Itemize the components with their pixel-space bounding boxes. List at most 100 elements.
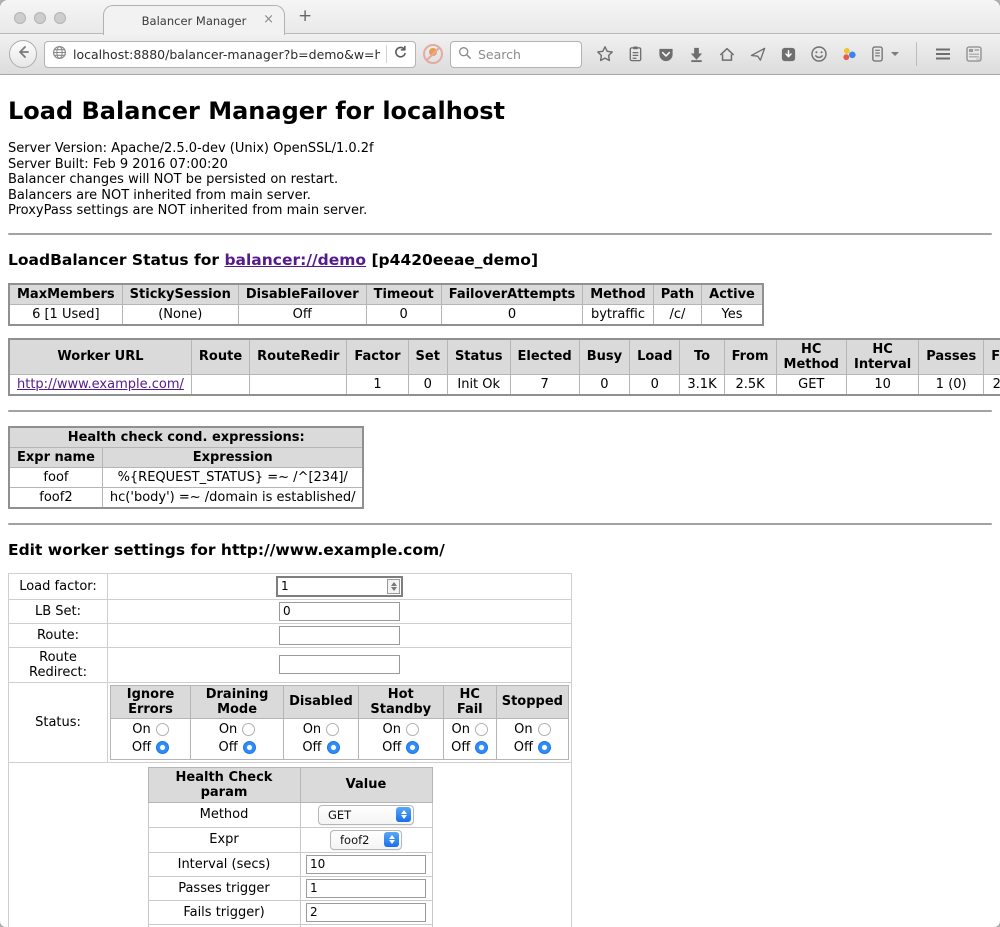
worker-cell-busy: 0	[579, 374, 629, 395]
radio-stopped-off[interactable]	[538, 741, 551, 754]
window-zoom-button[interactable]	[54, 12, 66, 24]
radio-ignore-errors-on[interactable]	[156, 723, 169, 736]
table-header-row: Worker URL Route RouteRedir Factor Set S…	[9, 339, 1000, 375]
toolbar-buttons	[596, 42, 983, 66]
save-page-extension-icon[interactable]	[780, 46, 797, 63]
route-input[interactable]	[279, 626, 400, 645]
radio-hc-fail-on[interactable]	[475, 723, 488, 736]
header-cell: Active	[702, 284, 763, 305]
pocket-icon[interactable]	[657, 46, 675, 63]
radio-stopped-on[interactable]	[538, 723, 551, 736]
header-cell: FailoverAttempts	[441, 284, 583, 305]
lb-set-input[interactable]	[279, 602, 400, 621]
server-built-line: Server Built: Feb 9 2016 07:00:20	[8, 157, 992, 173]
grid-panel-icon[interactable]	[965, 45, 983, 63]
header-cell: RouteRedir	[250, 339, 347, 375]
back-button[interactable]	[9, 40, 37, 68]
worker-cell-factor: 1	[347, 374, 408, 395]
radio-draining-mode-on[interactable]	[242, 723, 255, 736]
tab-close-icon[interactable]: ×	[263, 12, 274, 28]
downloads-icon[interactable]	[688, 46, 705, 63]
route-redirect-input[interactable]	[279, 655, 400, 674]
table-row: 6 [1 Used] (None) Off 0 0 bytraffic /c/ …	[9, 304, 763, 325]
route-redirect-label: Route Redirect:	[9, 647, 108, 682]
header-cell: Value	[300, 767, 432, 802]
health-check-params-table: Health Check param Value Method GET	[148, 767, 433, 927]
send-tab-icon[interactable]	[749, 46, 767, 63]
chat-smiley-icon[interactable]	[810, 45, 828, 63]
back-arrow-icon	[15, 44, 31, 64]
hc-fails-input[interactable]	[306, 903, 426, 922]
edit-worker-heading: Edit worker settings for http://www.exam…	[8, 541, 992, 559]
new-tab-button[interactable]: +	[298, 6, 312, 26]
worker-cell-hc-method: GET	[776, 374, 846, 395]
cell-path: /c/	[653, 304, 701, 325]
header-cell: Factor	[347, 339, 408, 375]
radio-hot-standby-on[interactable]	[406, 723, 419, 736]
hc-interval-input[interactable]	[306, 855, 426, 874]
header-cell: Expression	[102, 447, 363, 467]
header-cell: HC Interval	[846, 339, 918, 375]
reading-list-icon[interactable]	[627, 45, 644, 63]
content-blocker-icon[interactable]	[423, 44, 443, 64]
worker-cell-to: 3.1K	[680, 374, 724, 395]
status-col-hot-standby: Hot Standby	[358, 685, 443, 718]
radio-hot-standby-off[interactable]	[406, 741, 419, 754]
number-stepper-icon[interactable]	[387, 579, 400, 594]
hc-fails-label: Fails trigger)	[148, 900, 300, 924]
load-factor-input[interactable]: 1	[276, 576, 403, 597]
cell-stickysession: (None)	[122, 304, 238, 325]
worker-url-link[interactable]: http://www.example.com/	[17, 377, 184, 392]
expr-value-cell: hc('body') =~ /domain is established/	[102, 487, 363, 508]
header-cell: Elected	[510, 339, 579, 375]
form-row-status: Status: Ignore Errors Draining Mode Disa…	[9, 682, 572, 762]
header-cell: Expr name	[9, 447, 102, 467]
worker-cell-load: 0	[630, 374, 680, 395]
url-bar[interactable]: localhost:8880/balancer-manager?b=demo&w…	[44, 41, 416, 68]
lb-set-label: LB Set:	[9, 599, 108, 623]
menu-hamburger-icon[interactable]	[934, 46, 952, 62]
colored-dots-extension-icon[interactable]	[841, 46, 858, 63]
radio-disabled-off[interactable]	[327, 741, 340, 754]
search-bar[interactable]: Search	[450, 41, 582, 68]
home-icon[interactable]	[718, 46, 736, 63]
tab-balancer-manager[interactable]: Balancer Manager ×	[103, 5, 285, 35]
toolbar-separator	[916, 42, 917, 66]
window-close-button[interactable]	[14, 12, 26, 24]
expr-value-cell: %{REQUEST_STATUS} =~ /^[234]/	[102, 467, 363, 487]
divider	[8, 410, 992, 412]
reload-icon[interactable]	[393, 45, 408, 64]
search-placeholder: Search	[478, 47, 521, 62]
search-icon	[458, 45, 472, 64]
radio-hc-fail-off[interactable]	[475, 741, 488, 754]
loadbalancer-status-heading: LoadBalancer Status for balancer://demo …	[8, 251, 992, 269]
status-options-table: Ignore Errors Draining Mode Disabled Hot…	[110, 685, 569, 760]
radio-draining-mode-off[interactable]	[243, 741, 256, 754]
status-col-ignore-errors: Ignore Errors	[111, 685, 191, 718]
extension-dropdown-caret-icon[interactable]	[891, 52, 899, 56]
balancer-demo-link[interactable]: balancer://demo	[224, 251, 366, 269]
form-row-route-redirect: Route Redirect:	[9, 647, 572, 682]
proxypass-notice-line: ProxyPass settings are NOT inherited fro…	[8, 203, 992, 219]
hc-passes-input[interactable]	[306, 879, 426, 898]
worker-cell-route	[191, 374, 249, 395]
expr-name-cell: foof	[9, 467, 102, 487]
tab-title: Balancer Manager	[142, 14, 247, 28]
hc-expr-select[interactable]: foof2	[330, 830, 402, 850]
radio-disabled-on[interactable]	[326, 723, 339, 736]
header-cell: Status	[447, 339, 510, 375]
window-minimize-button[interactable]	[34, 12, 46, 24]
page-content: Load Balancer Manager for localhost Serv…	[0, 75, 1000, 927]
radio-ignore-errors-off[interactable]	[156, 741, 169, 754]
header-cell: MaxMembers	[9, 284, 122, 305]
header-cell: Health Check param	[148, 767, 300, 802]
worker-cell-url: http://www.example.com/	[9, 374, 191, 395]
persist-notice-line: Balancer changes will NOT be persisted o…	[8, 172, 992, 188]
hc-method-select[interactable]: GET	[318, 805, 414, 825]
notes-extension-icon[interactable]	[871, 45, 884, 63]
expr-table-title: Health check cond. expressions:	[9, 427, 363, 448]
select-stepper-icon	[384, 832, 399, 847]
status-col-hc-fail: HC Fail	[443, 685, 496, 718]
url-text[interactable]: localhost:8880/balancer-manager?b=demo&w…	[73, 47, 380, 62]
bookmark-star-icon[interactable]	[596, 45, 614, 63]
